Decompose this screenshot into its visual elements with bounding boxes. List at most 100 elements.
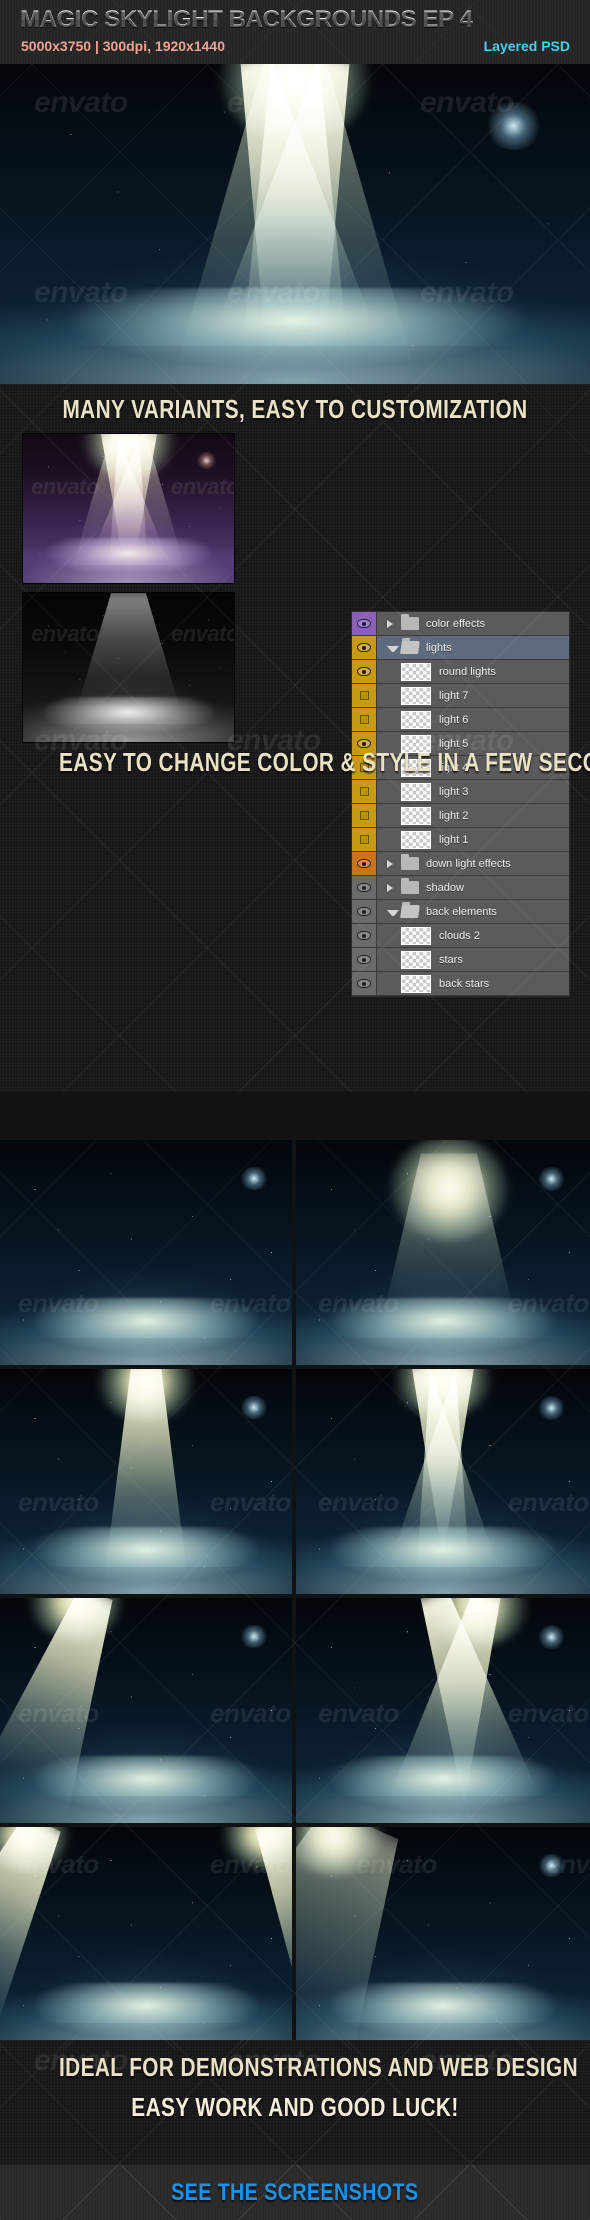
grid-cell-5: envato envato [0, 1598, 292, 1823]
layer-name: stars [439, 953, 463, 966]
layer-name: light 3 [439, 785, 469, 798]
layer-visibility-toggle[interactable] [352, 876, 377, 899]
layer-row[interactable]: light 6 [352, 708, 569, 732]
folder-icon [400, 641, 420, 654]
layer-visibility-toggle[interactable] [352, 828, 377, 851]
layer-visibility-toggle[interactable] [352, 708, 377, 731]
photoshop-layers-panel[interactable]: color effects lights round lights light 7 li… [351, 611, 570, 997]
chevron-right-icon[interactable] [387, 883, 399, 892]
layer-row[interactable]: lights [352, 636, 569, 660]
layer-thumbnail[interactable] [401, 974, 431, 993]
folder-icon [400, 905, 420, 918]
eye-icon [357, 859, 371, 868]
cell-orb [389, 1140, 508, 1241]
layer-row[interactable]: light 3 [352, 780, 569, 804]
layer-visibility-toggle[interactable] [352, 636, 377, 659]
chevron-right-icon[interactable] [387, 859, 399, 868]
layer-thumbnail[interactable] [401, 830, 431, 849]
layer-row[interactable]: color effects [352, 612, 569, 636]
page-footer: IDEAL FOR DEMONSTRATIONS AND WEB DESIGN … [0, 2040, 590, 2220]
eye-icon [357, 907, 371, 916]
eye-off-icon [359, 811, 369, 820]
cta-label: SEE THE SCREENSHOTS [171, 2178, 419, 2206]
layer-name: light 2 [439, 809, 469, 822]
grid-cell-3: envato envato [0, 1369, 292, 1594]
folder-icon [401, 878, 419, 894]
variant-mono-fog [23, 697, 234, 742]
grid-cell-4: envato envato [296, 1369, 590, 1594]
chevron-down-icon[interactable] [387, 645, 399, 652]
layer-row[interactable]: clouds 2 [352, 924, 569, 948]
goodluck-heading: EASY WORK AND GOOD LUCK! [131, 2092, 459, 2122]
layer-thumbnail[interactable] [401, 662, 431, 681]
layer-visibility-toggle[interactable] [352, 612, 377, 635]
color-style-heading: EASY TO CHANGE COLOR & STYLE IN A FEW SE… [59, 747, 590, 777]
hero-lamp-glow [483, 102, 543, 150]
variant-preview-purple: envato envato [22, 433, 235, 584]
layer-row[interactable]: round lights [352, 660, 569, 684]
layer-visibility-toggle[interactable] [352, 948, 377, 971]
cell-lamp [239, 1167, 269, 1191]
layer-visibility-toggle[interactable] [352, 972, 377, 995]
layer-row[interactable]: shadow [352, 876, 569, 900]
cell-lamp [537, 1625, 567, 1649]
layer-name: light 7 [439, 689, 469, 702]
layer-visibility-toggle[interactable] [352, 684, 377, 707]
layer-visibility-toggle[interactable] [352, 780, 377, 803]
cell-fog [296, 1755, 590, 1823]
layer-name: color effects [426, 617, 486, 630]
layer-thumbnail[interactable] [401, 926, 431, 945]
layer-name: down light effects [426, 857, 511, 870]
eye-off-icon [359, 787, 369, 796]
grid-cell-1: envato envato [0, 1140, 292, 1365]
folder-icon [401, 614, 419, 630]
product-preview-page: MAGIC SKYLIGHT BACKGROUNDS EP 4 5000x375… [0, 0, 590, 2220]
eye-off-icon [359, 715, 369, 724]
layer-visibility-toggle[interactable] [352, 660, 377, 683]
layer-row[interactable]: light 1 [352, 828, 569, 852]
layer-thumbnail[interactable] [401, 806, 431, 825]
customize-heading: MANY VARIANTS, EASY TO CUSTOMIZATION [62, 394, 528, 424]
eye-icon [357, 667, 371, 676]
variant-grid: envato envato envato envato envato envat… [0, 1140, 590, 2050]
layer-row[interactable]: down light effects [352, 852, 569, 876]
grid-cell-8: envato envato [296, 1827, 590, 2050]
hero-ground-fog [0, 288, 590, 384]
layer-name: back elements [426, 905, 497, 918]
layer-thumbnail[interactable] [401, 710, 431, 729]
layer-name: light 1 [439, 833, 469, 846]
hero-preview-image: envato envato envato envato envato envat… [0, 64, 590, 384]
layer-thumbnail[interactable] [401, 782, 431, 801]
chevron-right-icon[interactable] [387, 619, 399, 628]
layer-row[interactable]: back elements [352, 900, 569, 924]
layer-row[interactable]: stars [352, 948, 569, 972]
eye-icon [357, 619, 371, 628]
layer-row[interactable]: light 2 [352, 804, 569, 828]
page-header: MAGIC SKYLIGHT BACKGROUNDS EP 4 5000x375… [0, 0, 590, 64]
cell-lamp [537, 1396, 567, 1420]
layer-row[interactable]: light 7 [352, 684, 569, 708]
grid-cell-7: envato envato [0, 1827, 292, 2050]
layer-visibility-toggle[interactable] [352, 900, 377, 923]
layer-thumbnail[interactable] [401, 686, 431, 705]
chevron-down-icon[interactable] [387, 909, 399, 916]
layer-visibility-toggle[interactable] [352, 852, 377, 875]
layer-name: clouds 2 [439, 929, 480, 942]
eye-off-icon [359, 691, 369, 700]
grid-cell-6: envato envato [296, 1598, 590, 1823]
layer-name: round lights [439, 665, 496, 678]
layer-row[interactable]: back stars [352, 972, 569, 996]
layer-visibility-toggle[interactable] [352, 924, 377, 947]
layer-name: lights [426, 641, 452, 654]
cell-fog [296, 1297, 590, 1365]
see-screenshots-button[interactable]: SEE THE SCREENSHOTS [0, 2165, 590, 2220]
cell-fog [0, 1297, 292, 1365]
cell-fog [0, 1755, 292, 1823]
eye-icon [357, 955, 371, 964]
spec-text: 5000x3750 | 300dpi, 1920x1440 [21, 38, 225, 54]
layer-visibility-toggle[interactable] [352, 804, 377, 827]
cell-lamp [537, 1167, 567, 1191]
layer-thumbnail[interactable] [401, 950, 431, 969]
ideal-heading: IDEAL FOR DEMONSTRATIONS AND WEB DESIGN [59, 2052, 579, 2082]
cell-fog [296, 1526, 590, 1594]
